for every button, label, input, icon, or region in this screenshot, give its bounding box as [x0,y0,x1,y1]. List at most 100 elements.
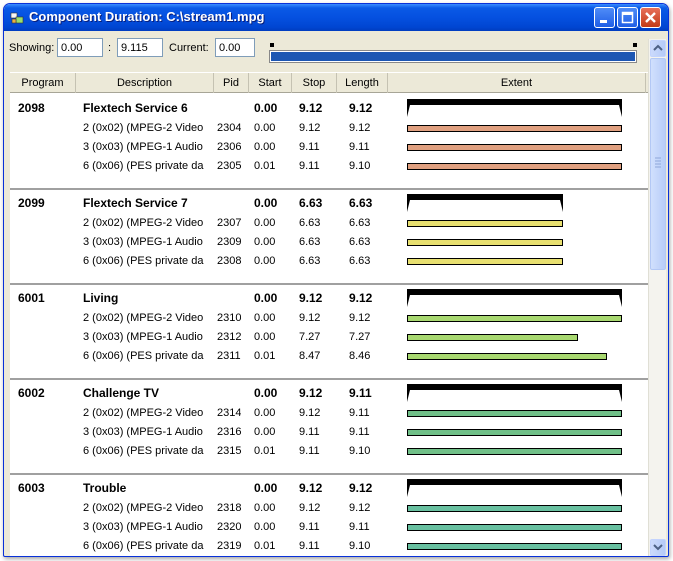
component-extent-bar [407,144,622,151]
program-group: 2098 Flextech Service 6 0.00 9.12 9.12 2 (0x0… [10,93,648,188]
component-row[interactable]: 3 (0x03) (MPEG-1 Audio 2316 0.00 9.11 9.11 [10,423,648,442]
component-length: 9.11 [349,426,370,438]
component-description: 6 (0x06) (PES private da [83,255,204,267]
component-description: 6 (0x06) (PES private da [83,445,204,457]
component-length: 8.46 [349,350,371,362]
component-description: 3 (0x03) (MPEG-1 Audio [83,236,203,248]
col-description[interactable]: Description [76,73,214,93]
program-row[interactable]: 6002 Challenge TV 0.00 9.12 9.11 [10,384,648,402]
component-start: 0.00 [254,426,276,438]
component-extent-bar [407,220,563,227]
component-start: 0.00 [254,236,276,248]
close-button[interactable] [640,7,661,28]
showing-end-input[interactable] [117,38,163,57]
program-extent-bar [407,479,622,497]
group-separator [10,473,648,475]
component-row[interactable]: 3 (0x03) (MPEG-1 Audio 2309 0.00 6.63 6.63 [10,233,648,252]
component-length: 6.63 [349,255,371,267]
component-extent-bar [407,543,622,550]
component-row[interactable]: 3 (0x03) (MPEG-1 Audio 2320 0.00 9.11 9.11 [10,518,648,537]
scroll-up-button[interactable] [650,40,666,57]
component-stop: 9.12 [299,502,321,514]
program-length: 9.12 [349,101,373,115]
component-extent-bar [407,125,622,132]
program-group: 6002 Challenge TV 0.00 9.12 9.11 2 (0x02) (MP… [10,378,648,473]
component-start: 0.00 [254,255,276,267]
chevron-down-icon [653,544,663,551]
current-label: Current: [169,42,209,54]
component-stop: 9.11 [299,160,320,172]
col-start[interactable]: Start [249,73,292,93]
component-length: 9.11 [349,407,370,419]
component-row[interactable]: 6 (0x06) (PES private da 2319 0.01 9.11 9.10 [10,537,648,556]
component-row[interactable]: 6 (0x06) (PES private da 2315 0.01 9.11 9.10 [10,442,648,461]
component-row[interactable]: 6 (0x06) (PES private da 2311 0.01 8.47 8.46 [10,347,648,366]
component-row[interactable]: 2 (0x02) (MPEG-2 Video 2314 0.00 9.12 9.11 [10,404,648,423]
program-name: Flextech Service 6 [83,101,188,115]
current-time-input[interactable] [215,38,255,57]
component-stop: 6.63 [299,255,321,267]
program-start: 0.00 [254,291,278,305]
component-extent-bar [407,429,622,436]
minimize-button[interactable] [594,7,615,28]
program-row[interactable]: 2099 Flextech Service 7 0.00 6.63 6.63 [10,194,648,212]
col-pid[interactable]: Pid [214,73,249,93]
maximize-button[interactable] [617,7,638,28]
scroll-down-button[interactable] [650,539,666,556]
component-row[interactable]: 2 (0x02) (MPEG-2 Video 2310 0.00 9.12 9.12 [10,309,648,328]
range-slider[interactable] [269,50,637,63]
program-row[interactable]: 6003 Trouble 0.00 9.12 9.12 [10,479,648,497]
program-stop: 9.12 [299,101,323,115]
component-row[interactable]: 2 (0x02) (MPEG-2 Video 2304 0.00 9.12 9.12 [10,119,648,138]
component-row[interactable]: 6 (0x06) (PES private da 2305 0.01 9.11 9.10 [10,157,648,176]
component-stop: 9.12 [299,122,321,134]
col-extent[interactable]: Extent [388,73,646,93]
component-row[interactable]: 3 (0x03) (MPEG-1 Audio 2306 0.00 9.11 9.11 [10,138,648,157]
range-end-marker[interactable] [633,43,637,47]
component-pid: 2314 [217,407,242,419]
component-pid: 2309 [217,236,242,248]
component-row[interactable]: 2 (0x02) (MPEG-2 Video 2318 0.00 9.12 9.12 [10,499,648,518]
chevron-up-icon [653,44,663,51]
col-length[interactable]: Length [337,73,388,93]
component-extent-bar [407,334,578,341]
program-row[interactable]: 6001 Living 0.00 9.12 9.12 [10,289,648,307]
component-description: 3 (0x03) (MPEG-1 Audio [83,521,203,533]
program-stop: 9.12 [299,386,323,400]
program-extent-bar [407,194,563,212]
component-start: 0.01 [254,445,276,457]
component-stop: 9.12 [299,407,321,419]
component-row[interactable]: 3 (0x03) (MPEG-1 Audio 2312 0.00 7.27 7.27 [10,328,648,347]
component-pid: 2311 [217,350,241,362]
duration-list[interactable]: 2098 Flextech Service 6 0.00 9.12 9.12 2 (0x0… [10,93,648,556]
component-pid: 2310 [217,312,242,324]
range-start-marker[interactable] [270,43,274,47]
program-group: 2099 Flextech Service 7 0.00 6.63 6.63 2 (0x0… [10,188,648,283]
col-program[interactable]: Program [10,73,76,93]
program-group: 6003 Trouble 0.00 9.12 9.12 2 (0x02) (MPEG-2 … [10,473,648,556]
component-stop: 9.11 [299,521,320,533]
component-start: 0.00 [254,141,276,153]
scroll-thumb[interactable] [650,58,666,270]
component-start: 0.00 [254,502,276,514]
program-row[interactable]: 2098 Flextech Service 6 0.00 9.12 9.12 [10,99,648,117]
component-pid: 2305 [217,160,242,172]
component-stop: 7.27 [299,331,321,343]
component-start: 0.00 [254,312,276,324]
component-length: 6.63 [349,236,371,248]
component-description: 2 (0x02) (MPEG-2 Video [83,502,204,514]
showing-label: Showing: [9,42,55,54]
program-length: 6.63 [349,196,373,210]
component-extent-bar [407,258,563,265]
component-row[interactable]: 2 (0x02) (MPEG-2 Video 2307 0.00 6.63 6.63 [10,214,648,233]
vertical-scrollbar[interactable] [648,39,666,556]
program-group: 6001 Living 0.00 9.12 9.12 2 (0x02) (MPEG-2 V… [10,283,648,378]
col-stop[interactable]: Stop [292,73,337,93]
component-row[interactable]: 6 (0x06) (PES private da 2308 0.00 6.63 6.63 [10,252,648,271]
component-stop: 9.11 [299,445,320,457]
title-bar[interactable]: Component Duration: C:\stream1.mpg [4,4,668,31]
component-description: 2 (0x02) (MPEG-2 Video [83,217,204,229]
group-separator [10,378,648,380]
component-pid: 2306 [217,141,242,153]
showing-start-input[interactable] [57,38,103,57]
